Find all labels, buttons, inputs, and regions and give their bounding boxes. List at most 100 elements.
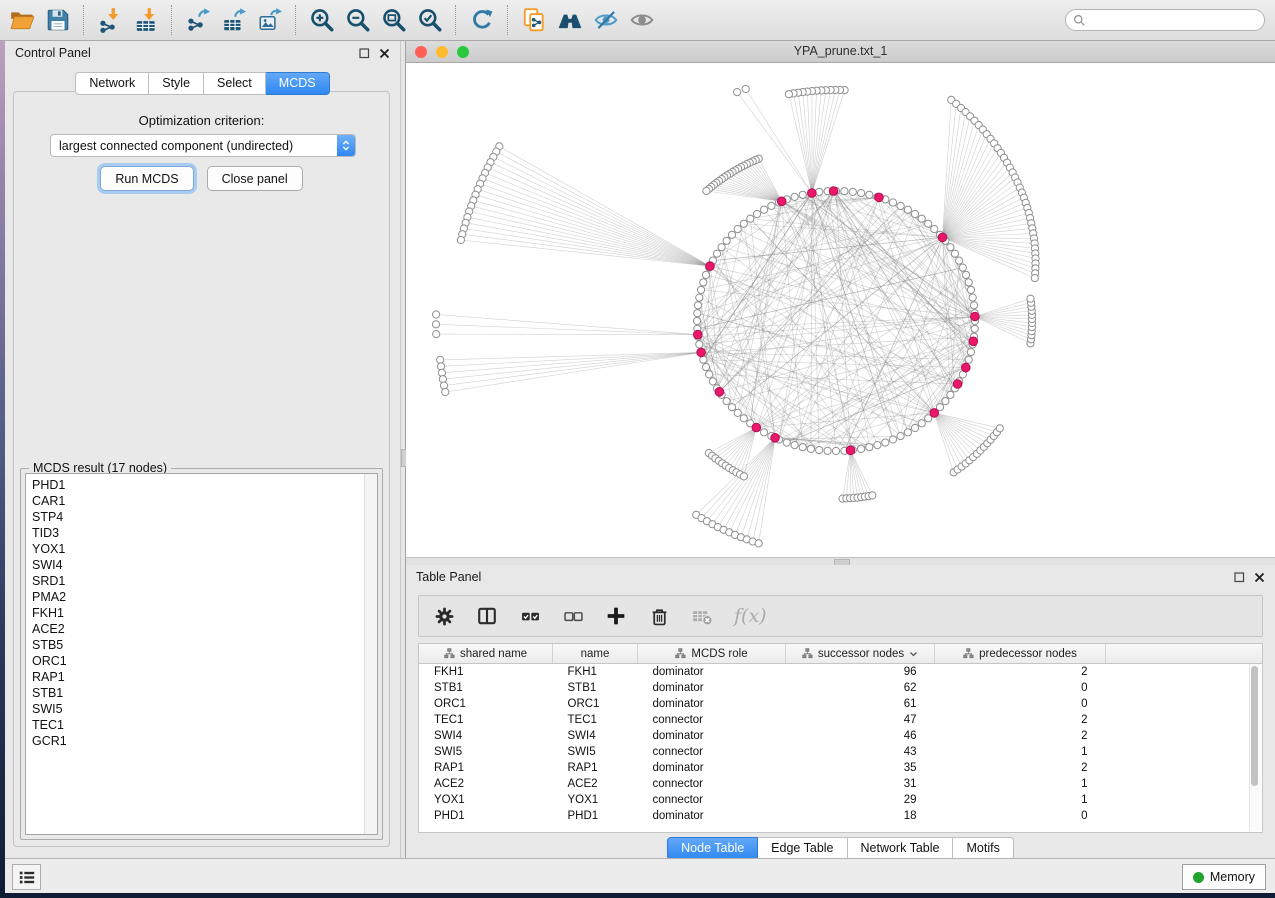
network-node[interactable] [706,371,713,378]
network-node[interactable] [869,492,876,499]
mcds-node[interactable] [971,312,980,321]
mcds-node[interactable] [694,330,703,339]
network-node[interactable] [694,302,701,309]
tab-edge-table[interactable]: Edge Table [758,837,847,860]
network-node[interactable] [947,244,954,251]
column-header-name[interactable]: name [553,644,638,664]
cell-predecessor-nodes[interactable]: 2 [935,664,1106,681]
network-node[interactable] [702,364,709,371]
table-row[interactable]: ORC1ORC1dominator610 [419,696,1262,712]
mcds-list-scrollbar[interactable] [364,474,377,834]
network-node[interactable] [918,420,925,427]
network-node[interactable] [918,215,925,222]
network-node[interactable] [996,425,1003,432]
network-node[interactable] [858,445,865,452]
network-node[interactable] [967,349,974,356]
network-node[interactable] [697,286,704,293]
zoom-fit-button[interactable] [376,3,412,37]
cell-name[interactable]: PHD1 [553,808,638,824]
mcds-node[interactable] [777,197,786,206]
tab-select[interactable]: Select [204,72,266,95]
cell-name[interactable]: FKH1 [553,664,638,681]
network-node[interactable] [696,341,703,348]
cell-shared-name[interactable]: STB1 [419,680,553,696]
show-all-button[interactable] [624,3,660,37]
network-node[interactable] [432,321,439,328]
column-header-MCDS-role[interactable]: MCDS role [638,644,786,664]
network-node[interactable] [969,294,976,301]
show-panels-list-button[interactable] [12,864,41,890]
cell-shared-name[interactable]: FKH1 [419,664,553,681]
maximize-window-traffic-light[interactable] [457,46,469,58]
cell-shared-name[interactable]: TEC1 [419,712,553,728]
cell-name[interactable]: SWI5 [553,744,638,760]
mcds-result-item[interactable]: TID3 [32,525,363,541]
zoom-in-button[interactable] [304,3,340,37]
network-node[interactable] [734,226,741,233]
cell-predecessor-nodes[interactable]: 2 [935,728,1106,744]
network-node[interactable] [832,447,839,454]
memory-button[interactable]: Memory [1182,864,1266,890]
network-node[interactable] [970,302,977,309]
mcds-node[interactable] [938,233,947,242]
cell-shared-name[interactable]: PHD1 [419,808,553,824]
mcds-node[interactable] [752,423,761,432]
network-node[interactable] [889,436,896,443]
network-node[interactable] [947,391,954,398]
mcds-node[interactable] [962,363,971,372]
table-row[interactable]: RAP1RAP1dominator352 [419,760,1262,776]
cell-predecessor-nodes[interactable]: 0 [935,680,1106,696]
network-node[interactable] [1031,275,1038,282]
cell-mcds-role[interactable]: dominator [638,696,786,712]
network-node[interactable] [734,89,741,96]
network-node[interactable] [703,187,710,194]
hide-selected-button[interactable] [588,3,624,37]
network-node[interactable] [942,398,949,405]
cell-predecessor-nodes[interactable]: 0 [935,696,1106,712]
mcds-result-item[interactable]: RAP1 [32,669,363,685]
network-node[interactable] [755,540,762,547]
mcds-result-item[interactable]: STB5 [32,637,363,653]
network-node[interactable] [824,447,831,454]
column-header-successor-nodes[interactable]: successor nodes [786,644,935,664]
tab-motifs[interactable]: Motifs [953,837,1013,860]
export-image-button[interactable] [252,3,288,37]
network-node[interactable] [791,193,798,200]
network-node[interactable] [734,409,741,416]
network-node[interactable] [694,310,701,317]
network-node[interactable] [783,439,790,446]
network-node[interactable] [791,442,798,449]
network-node[interactable] [816,447,823,454]
zoom-out-button[interactable] [340,3,376,37]
network-node[interactable] [956,257,963,264]
cell-mcds-role[interactable]: connector [638,792,786,808]
network-node[interactable] [696,294,703,301]
table-row[interactable]: SWI5SWI5connector431 [419,744,1262,760]
network-node[interactable] [693,317,700,324]
cell-shared-name[interactable]: ACE2 [419,776,553,792]
cell-name[interactable]: ORC1 [553,696,638,712]
delete-table-button[interactable] [691,605,713,627]
network-node[interactable] [911,210,918,217]
table-row[interactable]: FKH1FKH1dominator962 [419,664,1262,681]
network-node[interactable] [799,191,806,198]
cell-successor-nodes[interactable]: 18 [786,808,935,824]
network-node[interactable] [965,356,972,363]
network-node[interactable] [962,271,969,278]
cell-mcds-role[interactable]: connector [638,776,786,792]
network-node[interactable] [911,424,918,431]
new-network-from-selection-button[interactable] [516,3,552,37]
tab-style[interactable]: Style [149,72,204,95]
table-row[interactable]: TEC1TEC1connector472 [419,712,1262,728]
network-node[interactable] [740,220,747,227]
show-columns-button[interactable] [476,605,498,627]
close-panel-icon[interactable] [379,48,390,59]
cell-shared-name[interactable]: YOX1 [419,792,553,808]
network-node[interactable] [866,444,873,451]
table-row[interactable]: STB1STB1dominator620 [419,680,1262,696]
float-panel-icon[interactable] [359,48,370,59]
table-row[interactable]: ACE2ACE2connector311 [419,776,1262,792]
deselect-all-rows-button[interactable] [562,605,584,627]
mcds-result-item[interactable]: SWI5 [32,701,363,717]
network-node[interactable] [457,236,464,243]
